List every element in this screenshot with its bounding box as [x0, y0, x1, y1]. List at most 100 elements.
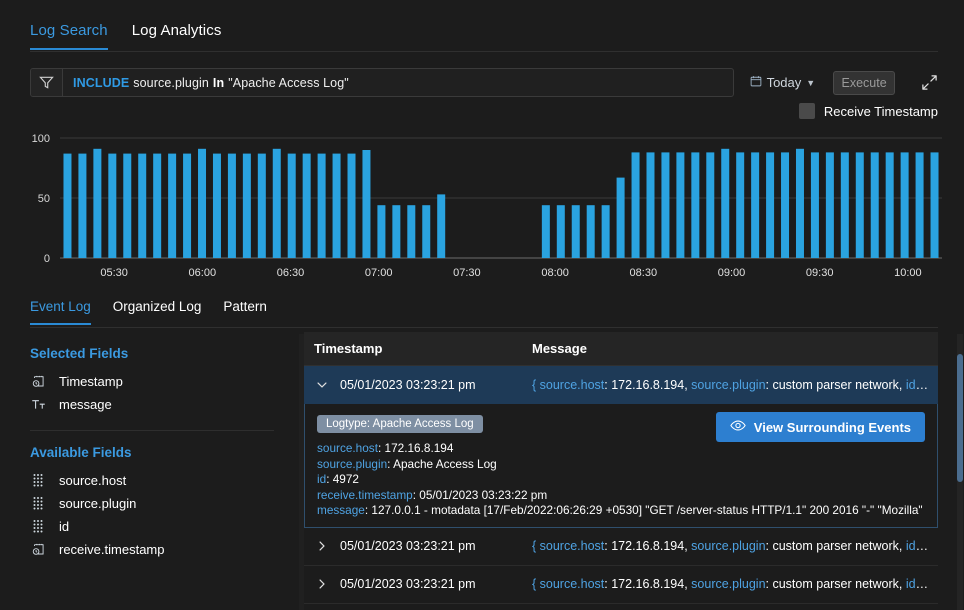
- chart-bar[interactable]: [856, 152, 864, 258]
- tab-event-log[interactable]: Event Log: [30, 299, 91, 325]
- chart-bar[interactable]: [751, 152, 759, 258]
- detail-key: receive.timestamp: [317, 488, 413, 502]
- chart-bar[interactable]: [123, 154, 131, 258]
- chart-bar[interactable]: [736, 152, 744, 258]
- chart-bar[interactable]: [632, 152, 640, 258]
- chart-bar[interactable]: [362, 150, 370, 258]
- chart-bar[interactable]: [422, 205, 430, 258]
- chart-bar[interactable]: [811, 152, 819, 258]
- chart-bar[interactable]: [93, 149, 101, 258]
- table-row[interactable]: 05/01/2023 03:23:21 pm { source.host: 17…: [304, 566, 938, 604]
- receive-timestamp-checkbox[interactable]: [799, 103, 815, 119]
- message-key: source.plugin: [691, 577, 765, 591]
- selected-field-message[interactable]: message: [30, 393, 304, 416]
- chart-bar[interactable]: [333, 154, 341, 258]
- available-field-source-host[interactable]: source.host: [30, 469, 304, 492]
- secondary-tabs: Event Log Organized Log Pattern: [30, 299, 267, 325]
- table-row[interactable]: 05/01/2023 03:23:21 pm { source.host: 17…: [304, 366, 938, 404]
- chart-bar[interactable]: [198, 149, 206, 258]
- execute-button[interactable]: Execute: [833, 71, 895, 95]
- chart-bar[interactable]: [706, 152, 714, 258]
- column-header-timestamp: Timestamp: [304, 341, 532, 356]
- chart-bar[interactable]: [676, 152, 684, 258]
- chart-bar[interactable]: [228, 154, 236, 258]
- chart-bar[interactable]: [153, 154, 161, 258]
- message-key: source.plugin: [691, 378, 765, 392]
- filter-funnel-icon[interactable]: [31, 69, 63, 96]
- available-fields-title: Available Fields: [30, 445, 304, 460]
- chart-bar[interactable]: [108, 154, 116, 258]
- query-input[interactable]: INCLUDE source.plugin In "Apache Access …: [30, 68, 734, 97]
- chart-bar[interactable]: [318, 154, 326, 258]
- detail-value: : 4972: [326, 472, 359, 486]
- chart-bar[interactable]: [781, 152, 789, 258]
- chart-bar[interactable]: [587, 205, 595, 258]
- chart-bar[interactable]: [78, 154, 86, 258]
- tab-log-analytics[interactable]: Log Analytics: [132, 22, 222, 48]
- chart-bar[interactable]: [63, 154, 71, 258]
- chart-bar[interactable]: [288, 154, 296, 258]
- chart-bar[interactable]: [901, 152, 909, 258]
- chevron-right-icon[interactable]: [304, 539, 340, 553]
- chart-bar[interactable]: [871, 152, 879, 258]
- chart-bar[interactable]: [273, 149, 281, 258]
- row-message: { source.host: 172.16.8.194, source.plug…: [532, 577, 938, 591]
- chart-bar[interactable]: [213, 154, 221, 258]
- chevron-down-icon[interactable]: [304, 378, 340, 392]
- chart-bar[interactable]: [886, 152, 894, 258]
- chart-x-tick-label: 08:30: [630, 267, 658, 279]
- chart-bar[interactable]: [826, 152, 834, 258]
- chart-bar[interactable]: [557, 205, 565, 258]
- histogram-svg[interactable]: 05010005:3006:0006:3007:0007:3008:0008:3…: [0, 126, 964, 286]
- detail-field-source-host: source.host: 172.16.8.194: [317, 441, 925, 457]
- chart-y-tick-label: 50: [38, 193, 50, 205]
- chart-bar[interactable]: [661, 152, 669, 258]
- chart-bar[interactable]: [168, 154, 176, 258]
- tab-organized-log[interactable]: Organized Log: [113, 299, 202, 323]
- chart-bar[interactable]: [646, 152, 654, 258]
- chart-x-tick-label: 06:30: [277, 267, 305, 279]
- message-key: source.host: [540, 378, 605, 392]
- chart-bar[interactable]: [407, 205, 415, 258]
- expand-arrows-icon[interactable]: [921, 74, 938, 91]
- tab-log-search[interactable]: Log Search: [30, 22, 108, 50]
- chart-bar[interactable]: [437, 194, 445, 258]
- table-scrollbar-thumb[interactable]: [957, 354, 963, 482]
- table-row[interactable]: 05/01/2023 03:23:21 pm { source.host: 17…: [304, 528, 938, 566]
- table-scrollbar[interactable]: [957, 334, 963, 610]
- chart-bar[interactable]: [602, 205, 610, 258]
- chart-bar[interactable]: [377, 205, 385, 258]
- chart-bar[interactable]: [258, 154, 266, 258]
- chart-bar[interactable]: [243, 154, 251, 258]
- chart-bar[interactable]: [796, 149, 804, 258]
- view-surrounding-events-button[interactable]: View Surrounding Events: [716, 412, 925, 442]
- chart-bar[interactable]: [392, 205, 400, 258]
- chart-bar[interactable]: [721, 149, 729, 258]
- chart-bar[interactable]: [572, 205, 580, 258]
- chart-bar[interactable]: [183, 154, 191, 258]
- chart-bar[interactable]: [691, 152, 699, 258]
- selected-field-timestamp[interactable]: Timestamp: [30, 370, 304, 393]
- available-field-source-plugin[interactable]: source.plugin: [30, 492, 304, 515]
- chart-bar[interactable]: [931, 152, 939, 258]
- message-value: : custom parser network,: [766, 539, 906, 553]
- chart-y-tick-label: 0: [44, 253, 50, 265]
- query-keyword-include: INCLUDE: [73, 76, 129, 90]
- available-field-receive-timestamp[interactable]: receive.timestamp: [30, 538, 304, 561]
- chart-bar[interactable]: [617, 178, 625, 258]
- chart-bar[interactable]: [766, 152, 774, 258]
- chart-bar[interactable]: [303, 154, 311, 258]
- tab-pattern[interactable]: Pattern: [223, 299, 267, 323]
- chart-bar[interactable]: [348, 154, 356, 258]
- chart-bar[interactable]: [542, 205, 550, 258]
- receive-timestamp-label: Receive Timestamp: [824, 104, 938, 119]
- available-field-id[interactable]: id: [30, 515, 304, 538]
- table-header-row: Timestamp Message: [304, 332, 938, 366]
- query-operator: In: [213, 76, 224, 90]
- chart-bar[interactable]: [138, 154, 146, 258]
- selected-field-label: message: [59, 397, 112, 412]
- chart-bar[interactable]: [841, 152, 849, 258]
- chevron-right-icon[interactable]: [304, 577, 340, 591]
- date-range-picker[interactable]: Today ▼: [750, 75, 816, 90]
- chart-bar[interactable]: [916, 152, 924, 258]
